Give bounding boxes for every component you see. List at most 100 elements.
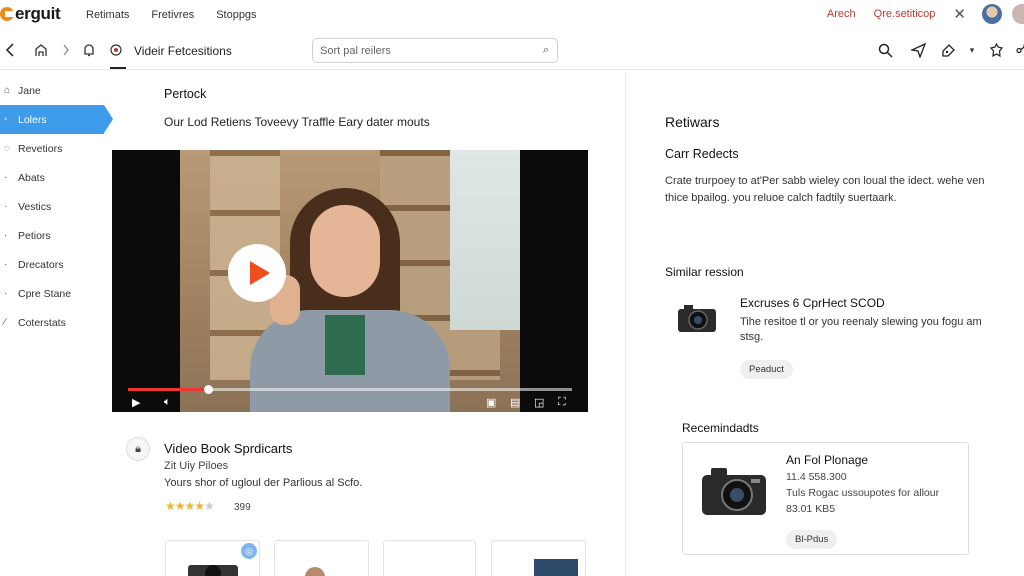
- play-button[interactable]: [228, 244, 286, 302]
- similar-heading: Similar ression: [665, 265, 744, 279]
- settings-icon[interactable]: [988, 42, 1004, 58]
- top-nav-item[interactable]: Fretivres: [151, 9, 194, 21]
- thumbnail-camera[interactable]: ◎: [165, 540, 260, 576]
- top-nav-item[interactable]: Retimats: [86, 9, 129, 21]
- grid-icon: ·: [4, 259, 8, 270]
- video-player[interactable]: ▶ 🔈︎ ▣ ▤ ◲ ⛶: [112, 150, 588, 412]
- share-icon[interactable]: [1014, 42, 1024, 58]
- person-icon: ·: [4, 230, 8, 241]
- avatar[interactable]: [982, 4, 1002, 24]
- recommendation-code: 83.01 KB5: [786, 503, 836, 515]
- video-progress-bar[interactable]: [128, 385, 572, 394]
- star-icon: ★: [194, 499, 205, 513]
- product-description: Yours shor of ugloul der Parlious al Scf…: [164, 477, 363, 489]
- similar-item-description: Tihe resitoe tl or you reenaly slewing y…: [740, 316, 982, 343]
- record-icon[interactable]: [108, 42, 124, 58]
- sidebar-item-lolers[interactable]: ◦ Lolers: [0, 105, 113, 134]
- sidebar-item-jane[interactable]: ⌂ Jane: [0, 76, 112, 105]
- product-meta: Zit Uiy Piloes: [164, 460, 229, 472]
- top-nav-item[interactable]: Stoppgs: [216, 9, 256, 21]
- sidebar-item-label: Abats: [18, 171, 45, 184]
- back-icon[interactable]: [2, 42, 18, 58]
- sidebar-item-label: Cpre Stane: [18, 287, 72, 300]
- search-box[interactable]: ⌕: [312, 38, 558, 63]
- play-icon: [249, 261, 270, 285]
- search-icon[interactable]: ⌕: [543, 44, 549, 57]
- send-icon[interactable]: [910, 42, 926, 58]
- volume-icon[interactable]: 🔈︎: [164, 396, 171, 409]
- forward-icon[interactable]: [58, 42, 74, 58]
- sidebar-item-abats[interactable]: · Abats: [0, 163, 112, 192]
- home-icon[interactable]: [33, 42, 49, 58]
- recommendations-heading: Recemindadts: [682, 421, 759, 435]
- active-tab-indicator: [110, 67, 126, 69]
- about-icon: ·: [4, 172, 8, 183]
- home-icon: ⌂: [4, 85, 11, 96]
- sidebar-item-coterstats[interactable]: ∕ Coterstats: [0, 308, 112, 337]
- thumbnail-blank[interactable]: [383, 540, 476, 576]
- star-icon: ★: [174, 499, 186, 513]
- search-link[interactable]: Arech: [827, 8, 856, 20]
- sidebar-item-revetiors[interactable]: ◌ Revetiors: [0, 134, 112, 163]
- app-logo[interactable]: erguit: [0, 4, 61, 24]
- thumbnail-laptop[interactable]: [491, 540, 586, 576]
- bell-icon[interactable]: [81, 42, 97, 58]
- page-title: Videir Fetcesitions: [134, 44, 232, 58]
- sidebar-item-cpre-stane[interactable]: · Cpre Stane: [0, 279, 112, 308]
- lock-icon: 🔒︎: [126, 437, 150, 461]
- recommendation-title: An Fol Plonage: [786, 453, 869, 467]
- miniplayer-icon[interactable]: ◲: [534, 396, 544, 409]
- logo-text: erguit: [15, 4, 61, 23]
- recommendation-price: 11.4 558.300: [786, 471, 847, 483]
- play-icon[interactable]: ▶: [132, 396, 140, 409]
- store-icon: ·: [4, 288, 8, 299]
- sidebar-item-label: Petiors: [18, 229, 51, 242]
- similar-item-title[interactable]: Excruses 6 CprHect SCOD: [740, 296, 885, 310]
- sidebar-item-petiors[interactable]: · Petiors: [0, 221, 112, 250]
- search-input[interactable]: [320, 44, 530, 57]
- section-subtitle: Our Lod Retiens Toveevy Traffle Eary dat…: [164, 115, 430, 129]
- section-title: Pertock: [164, 87, 207, 101]
- panel-description: Crate trurpoey to at'Per sabb wieley con…: [665, 175, 985, 204]
- camera-icon[interactable]: [676, 302, 718, 337]
- sidebar-item-label: Coterstats: [18, 316, 66, 329]
- laptop-icon: [534, 559, 578, 576]
- captions-icon[interactable]: ▣: [486, 396, 496, 409]
- sidebar-item-label: Revetiors: [18, 142, 63, 155]
- rating-count: 399: [234, 502, 251, 513]
- sidebar-item-label: Jane: [18, 84, 41, 97]
- sidebar-item-vestics[interactable]: · Vestics: [0, 192, 112, 221]
- recommendation-description: Tuls Rogac ussoupotes for allour: [786, 487, 940, 499]
- product-button[interactable]: Peaduct: [740, 360, 793, 379]
- search-icon[interactable]: [877, 42, 893, 58]
- logo-icon: [0, 7, 14, 21]
- chevron-down-icon[interactable]: ▾: [964, 42, 980, 58]
- review-icon: ◌: [4, 143, 10, 154]
- sidebar: ⌂ Jane ◦ Lolers ◌ Revetiors · Abats · Ve…: [0, 76, 113, 337]
- sidebar-item-label: Drecators: [18, 258, 64, 271]
- person-icon: [305, 567, 325, 576]
- star-icon: ★: [184, 499, 196, 513]
- sidebar-item-drecators[interactable]: · Drecators: [0, 250, 112, 279]
- settings-icon[interactable]: ▤: [510, 396, 520, 409]
- tag-icon[interactable]: [940, 42, 956, 58]
- fullscreen-icon[interactable]: ⛶: [558, 396, 566, 409]
- sidebar-item-label: Vestics: [18, 200, 52, 213]
- top-bar: erguit Retimats Fretivres Stoppgs Arech …: [0, 0, 1024, 30]
- video-scrubber[interactable]: [203, 385, 213, 394]
- product-title[interactable]: Video Book Sprdicarts: [164, 441, 292, 456]
- panel-divider: [625, 72, 626, 576]
- camera-icon: [699, 463, 769, 522]
- plus-button[interactable]: Bl-Pdus: [786, 530, 838, 549]
- top-right-actions: Arech Qre.setiticop ✕: [827, 3, 1024, 25]
- thumbnail-person[interactable]: [274, 540, 369, 576]
- close-icon[interactable]: ✕: [953, 5, 966, 23]
- panel-subtitle: Carr Redects: [665, 147, 739, 161]
- video-progress-fill: [128, 388, 208, 391]
- action-link[interactable]: Qre.setiticop: [874, 8, 936, 20]
- star-icon: ★: [165, 499, 176, 513]
- recommendation-card[interactable]: An Fol Plonage 11.4 558.300 Tuls Rogac u…: [682, 442, 969, 555]
- badge-icon: ◎: [241, 543, 257, 559]
- secondary-avatar[interactable]: [1012, 4, 1024, 24]
- sidebar-item-label: Lolers: [18, 113, 47, 126]
